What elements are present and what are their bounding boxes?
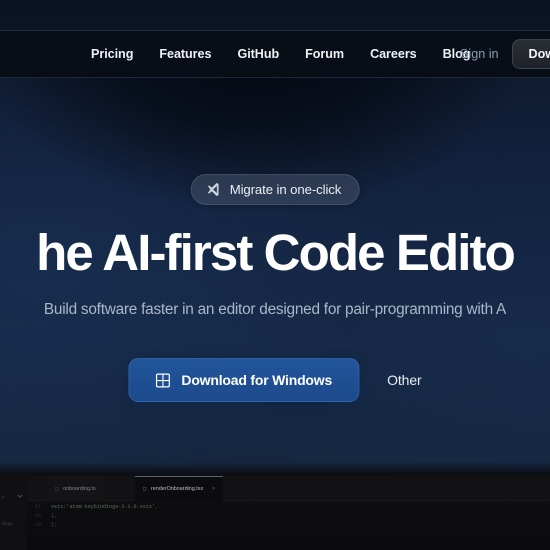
editor-sidebar-row-0: F <box>2 495 5 500</box>
nav-download-button[interactable]: Download <box>511 39 550 69</box>
close-icon[interactable]: × <box>212 486 215 492</box>
editor-preview: F dings onboarding.ts renderOnboarding.t… <box>0 476 550 550</box>
line-number: 17 <box>34 504 41 510</box>
file-ts-icon <box>55 486 59 491</box>
code-line: 18 }, <box>27 513 550 522</box>
file-tsx-icon <box>143 487 147 491</box>
code-token-punctuation: , <box>154 504 159 510</box>
vscode-icon <box>206 182 221 197</box>
editor-sidebar-row-1: dings <box>2 521 13 526</box>
hero-cta-row: Download for Windows Other <box>128 358 422 402</box>
migrate-badge-label: Migrate in one-click <box>229 182 342 197</box>
code-token-property: vsix: <box>51 504 67 510</box>
nav-link-github[interactable]: GitHub <box>237 47 279 61</box>
editor-tab-label: onboarding.ts <box>63 485 96 492</box>
code-line: 17 vsix: 'atom-keybindings-3.3.0.vsix' , <box>27 504 550 513</box>
code-token-punctuation: }, <box>51 513 58 519</box>
landing-page: sor Pricing Features GitHub Forum Career… <box>0 0 550 550</box>
line-number: 19 <box>34 522 41 528</box>
code-token-string: 'atom-keybindings-3.3.0.vsix' <box>66 504 155 510</box>
hero-subheadline: Build software faster in an editor desig… <box>43 301 507 318</box>
hero-section: Migrate in one-click he AI-first Code Ed… <box>0 78 550 476</box>
editor-tab-bar: onboarding.ts renderOnboarding.tsx × <box>27 476 550 501</box>
download-button-label: Download for Windows <box>181 372 333 388</box>
other-platforms-link[interactable]: Other <box>387 372 422 388</box>
code-token-punctuation: }; <box>51 522 58 528</box>
migrate-badge[interactable]: Migrate in one-click <box>190 174 360 205</box>
editor-sidebar: F dings <box>0 476 27 550</box>
chevron-down-icon[interactable] <box>17 493 23 499</box>
windows-icon <box>155 373 170 388</box>
download-for-windows-button[interactable]: Download for Windows <box>128 358 360 402</box>
nav-link-careers[interactable]: Careers <box>370 47 417 61</box>
code-line: 19 }; <box>27 522 550 531</box>
sign-in-link[interactable]: Sign in <box>460 47 499 61</box>
nav-links: Pricing Features GitHub Forum Careers Bl… <box>91 47 470 61</box>
nav-link-features[interactable]: Features <box>159 47 211 61</box>
nav-link-forum[interactable]: Forum <box>305 47 344 61</box>
editor-tab-label: renderOnboarding.tsx <box>151 486 204 492</box>
nav-actions: Sign in Download <box>460 39 550 69</box>
top-navigation-bar: sor Pricing Features GitHub Forum Career… <box>0 30 550 78</box>
hero-headline: he AI-first Code Edito <box>36 224 516 281</box>
page-top-strip <box>0 0 550 30</box>
nav-link-pricing[interactable]: Pricing <box>91 47 133 61</box>
editor-code-area[interactable]: 17 vsix: 'atom-keybindings-3.3.0.vsix' ,… <box>27 501 550 550</box>
editor-tab-onboarding[interactable]: onboarding.ts <box>47 476 104 501</box>
editor-tab-render-onboarding[interactable]: renderOnboarding.tsx × <box>135 476 224 501</box>
line-number: 18 <box>34 513 41 519</box>
